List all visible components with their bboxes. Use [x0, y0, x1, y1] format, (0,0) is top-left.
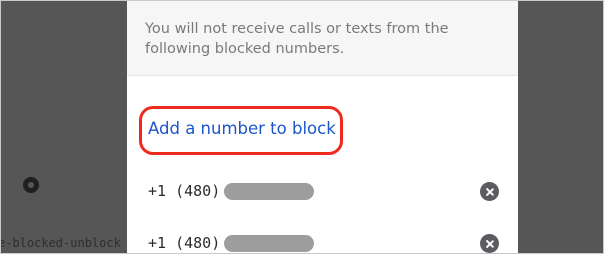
- dialog-header: You will not receive calls or texts from…: [127, 0, 518, 76]
- blocked-number-row: +1 (480): [127, 178, 518, 206]
- close-circle-icon[interactable]: [480, 182, 499, 201]
- blocked-numbers-description: You will not receive calls or texts from…: [145, 21, 449, 57]
- blocked-number-prefix: +1 (480): [148, 234, 221, 252]
- blocked-number-prefix: +1 (480): [148, 182, 221, 200]
- gear-icon: [23, 177, 39, 193]
- backdrop-caption: e-blocked-unblock: [0, 236, 121, 250]
- redacted-number: [224, 235, 314, 252]
- close-circle-icon[interactable]: [480, 234, 499, 253]
- add-number-to-block-link[interactable]: Add a number to block: [148, 119, 336, 138]
- blocked-number-row: +1 (480): [127, 230, 518, 254]
- blocked-numbers-dialog: You will not receive calls or texts from…: [127, 0, 518, 254]
- redacted-number: [224, 183, 314, 200]
